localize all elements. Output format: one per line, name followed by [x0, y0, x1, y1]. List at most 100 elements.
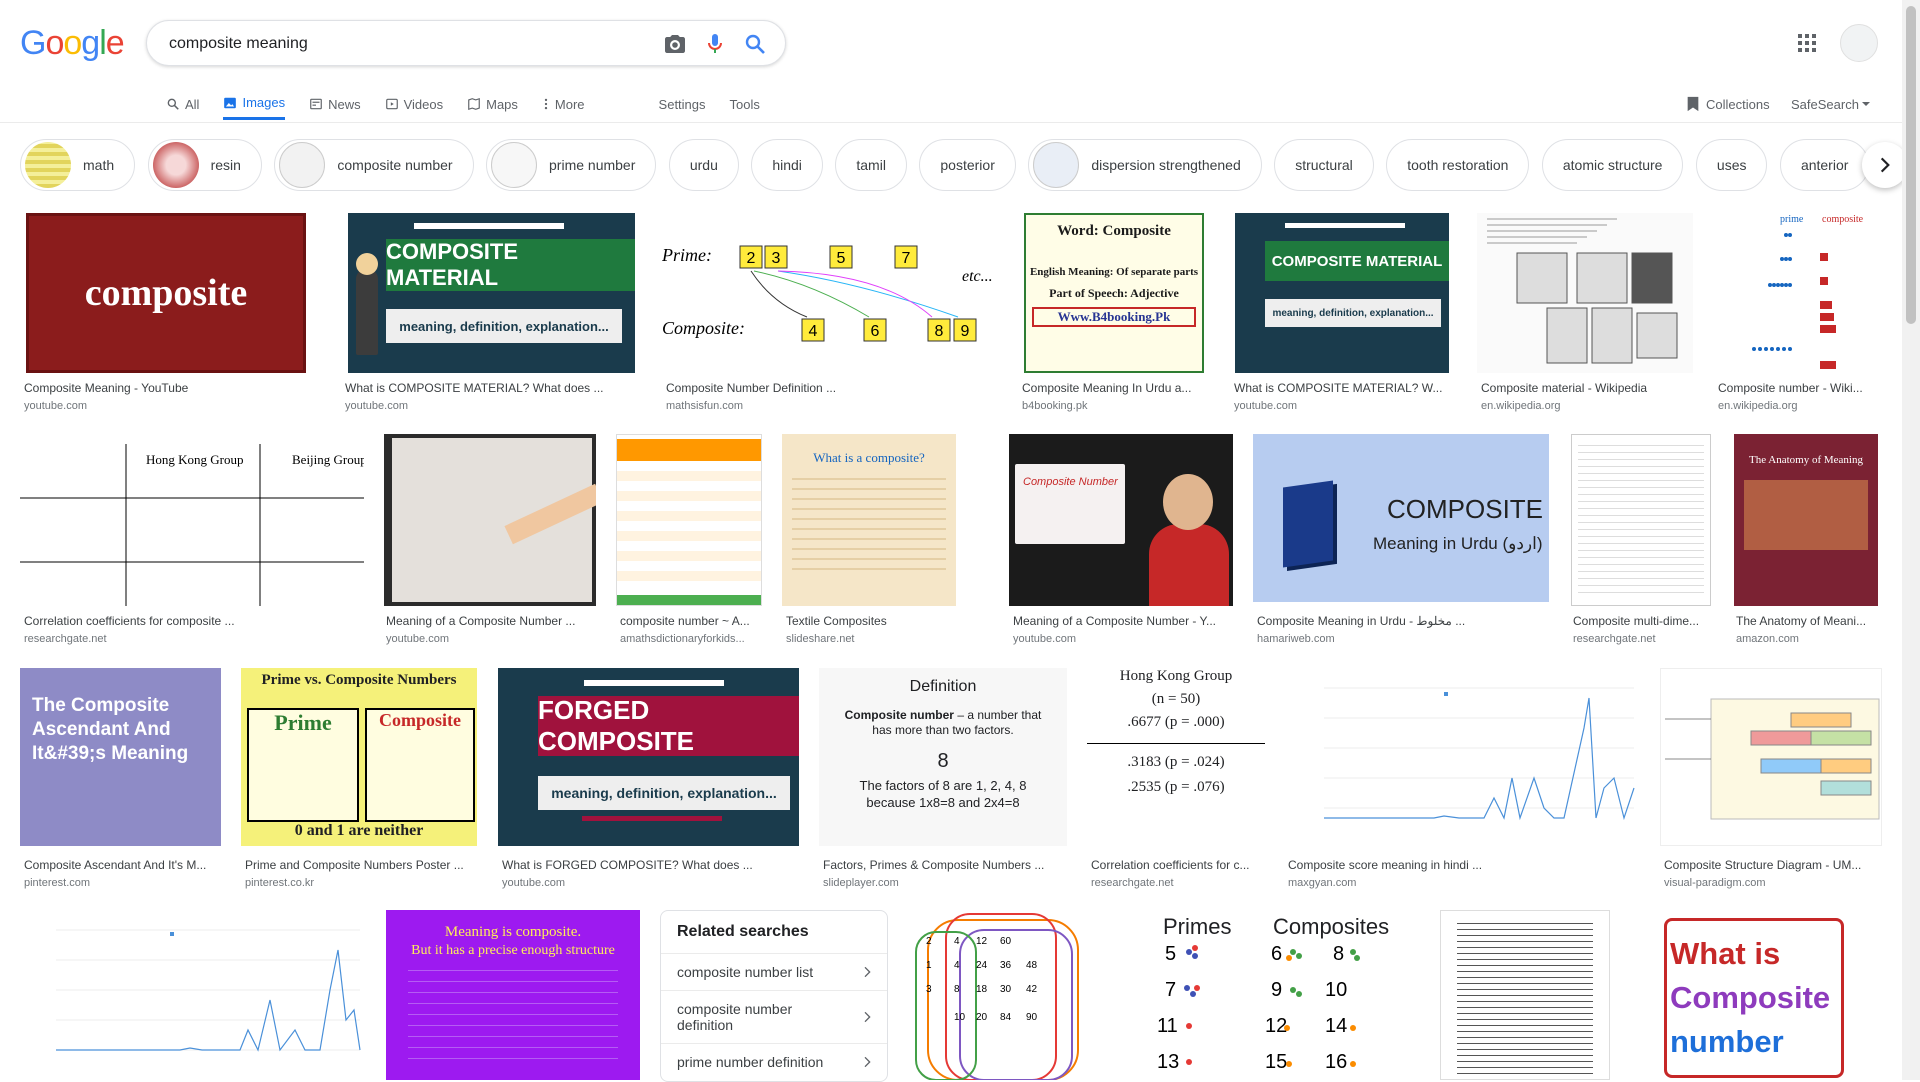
image-result[interactable]: Composite Number Meaning of a Composite … [1009, 434, 1237, 652]
result-source: pinterest.com [24, 877, 91, 889]
result-thumbnail [1660, 668, 1882, 846]
image-result[interactable]: 2 4 12 60 1 4 24 36 48 3 8 18 30 42 10 20 84 90 [906, 910, 1128, 1080]
safesearch-button[interactable]: SafeSearch [1791, 88, 1871, 120]
thumbnail-document [1578, 441, 1704, 599]
image-result[interactable]: What is Composite number [1630, 910, 1882, 1080]
result-caption: Meaning of a Composite Number ... [386, 614, 576, 628]
image-result[interactable]: prime composite Composite number - Wiki.… [1714, 213, 1882, 417]
chip-atomic-structure[interactable]: atomic structure [1541, 139, 1684, 191]
image-result[interactable]: Meaning of a Composite Number ... youtub… [382, 434, 612, 652]
collections-button[interactable]: Collections [1686, 88, 1770, 120]
result-thumbnail [1284, 668, 1642, 846]
tab-settings[interactable]: Settings [659, 88, 706, 120]
image-result[interactable]: The Composite Ascendant And It&#39;s Mea… [20, 668, 226, 892]
chip-tooth-restoration[interactable]: tooth restoration [1386, 139, 1530, 191]
result-caption: Composite multi-dime... [1573, 614, 1700, 628]
chip-uses[interactable]: uses [1695, 139, 1768, 191]
image-result[interactable]: Composite multi-dime... researchgate.net [1569, 434, 1715, 652]
image-result[interactable]: COMPOSITE MATERIAL meaning, definition, … [1230, 213, 1450, 417]
image-result[interactable]: Hong Kong Group (n = 50) .6677 (p = .000… [1087, 668, 1267, 892]
tab-maps[interactable]: Maps [467, 88, 518, 120]
chip-composite-number[interactable]: composite number [274, 139, 474, 191]
result-caption: composite number ~ A... [620, 614, 750, 628]
image-result[interactable]: Word: Composite English Meaning: Of sepa… [1018, 213, 1214, 417]
svg-text:8: 8 [954, 984, 960, 995]
thumbnail-text: Composite number [844, 708, 954, 722]
chip-dispersion-strengthened[interactable]: dispersion strengthened [1028, 139, 1262, 191]
tab-news[interactable]: News [309, 88, 361, 120]
dot-numbers-diagram: 5 7 11 13 6 8 9 10 12 14 15 16 [1157, 943, 1360, 1073]
thumbnail-definition: Composite number – a number that has mor… [841, 708, 1045, 738]
chip-tamil[interactable]: tamil [835, 139, 907, 191]
refinement-chips: math resin composite number prime number… [20, 139, 1890, 195]
image-result[interactable]: COMPOSITE Meaning in Urdu (اردو) Composi… [1253, 434, 1553, 652]
thumbnail-bullets [408, 969, 618, 1069]
related-search-item[interactable]: composite number definition [661, 990, 887, 1043]
image-result[interactable]: Composite Structure Diagram - UM... visu… [1660, 668, 1884, 892]
image-result[interactable]: Meaning is composite. But it has a preci… [386, 910, 640, 1080]
image-result[interactable]: Composite material - Wikipedia en.wikipe… [1477, 213, 1697, 417]
thumbnail-text: Composite [379, 710, 461, 730]
search-input[interactable] [167, 31, 631, 57]
google-logo[interactable]: Google [20, 24, 125, 63]
chip-prime-number[interactable]: prime number [486, 139, 657, 191]
related-search-label: composite number definition [677, 1001, 793, 1033]
scrollbar-thumb[interactable] [1906, 6, 1916, 324]
image-result[interactable]: What is a composite? Textile Composites … [782, 434, 960, 652]
apps-grid-icon[interactable] [1795, 31, 1819, 55]
image-result[interactable]: Hong Kong Group Beijing Group Correlatio… [20, 434, 366, 652]
account-avatar[interactable] [1840, 24, 1878, 62]
search-icon[interactable] [743, 32, 767, 56]
image-result[interactable]: COMPOSITE MATERIAL meaning, definition, … [341, 213, 643, 417]
svg-text:10: 10 [1325, 979, 1347, 1001]
camera-icon[interactable] [663, 32, 687, 56]
image-result[interactable]: composite Composite Meaning - YouTube yo… [20, 213, 316, 417]
tab-videos-label: Videos [403, 96, 444, 112]
thumbnail-banner: FORGED COMPOSITE [538, 695, 799, 756]
thumbnail-text: FORGED COMPOSITE [538, 695, 695, 756]
tab-tools[interactable]: Tools [730, 88, 760, 120]
chip-hindi[interactable]: hindi [751, 139, 823, 191]
result-caption: Composite number - Wiki... [1718, 381, 1863, 395]
image-result[interactable]: The Anatomy of Meaning The Anatomy of Me… [1732, 434, 1882, 652]
search-icon [167, 98, 179, 110]
related-search-item[interactable]: composite number list [661, 953, 887, 990]
chip-structural[interactable]: structural [1274, 139, 1374, 191]
chip-resin[interactable]: resin [147, 139, 262, 191]
microphone-icon[interactable] [703, 32, 727, 56]
image-result[interactable]: Prime vs. Composite Numbers Prime Compos… [241, 668, 479, 892]
image-result[interactable]: Composite score meaning in hindi ... max… [1284, 668, 1644, 892]
thumbnail-text: Composite Number [1023, 476, 1118, 488]
chip-urdu[interactable]: urdu [668, 139, 739, 191]
search-box[interactable] [146, 20, 786, 66]
chip-anterior[interactable]: anterior [1779, 139, 1870, 191]
chip-posterior[interactable]: posterior [919, 139, 1016, 191]
chip-label: prime number [549, 157, 636, 173]
result-thumbnail [20, 910, 364, 1080]
image-result[interactable]: FORGED COMPOSITE meaning, definition, ex… [498, 668, 802, 892]
image-result[interactable]: composite number ~ A... amathsdictionary… [616, 434, 766, 652]
page-scrollbar[interactable] [1902, 0, 1920, 1080]
result-caption: Correlation coefficients for composite .… [24, 614, 235, 628]
correlation-table: Hong Kong Group Beijing Group [20, 444, 364, 606]
svg-text:6: 6 [871, 323, 880, 340]
image-result[interactable]: Definition Composite number – a number t… [819, 668, 1071, 892]
thumbnail-text: Prime vs. Composite Numbers [261, 672, 457, 688]
related-search-item[interactable]: prime number definition [661, 1043, 887, 1080]
thumbnail-banner: COMPOSITE MATERIAL [386, 239, 635, 291]
tab-maps-label: Maps [486, 96, 518, 112]
image-result[interactable]: Prime: Composite: etc... 2 3 5 7 4 6 8 9… [662, 213, 1002, 417]
thumbnail-text: But it has a precise enough structure [411, 943, 615, 958]
tab-more[interactable]: More [542, 88, 585, 120]
diagram-label: prime [1780, 214, 1804, 225]
tab-videos[interactable]: Videos [385, 88, 444, 120]
thumbnail-bar [582, 816, 722, 821]
tab-all[interactable]: All [166, 88, 199, 120]
image-result[interactable] [20, 910, 366, 1080]
svg-text:12: 12 [976, 936, 988, 947]
image-result[interactable]: Primes Composites 5 7 11 13 6 8 9 10 12 14 15 16 [1143, 910, 1419, 1080]
tab-images[interactable]: Images [223, 88, 286, 120]
chip-math[interactable]: math [20, 139, 136, 191]
image-result[interactable] [1440, 910, 1614, 1080]
composite-structures-diagram [1487, 218, 1678, 364]
